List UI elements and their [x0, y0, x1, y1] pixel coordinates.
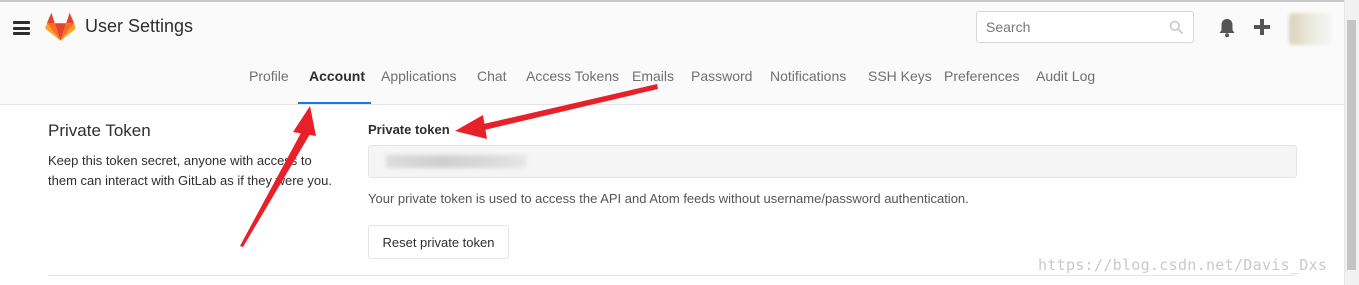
private-token-section-title: Private Token — [48, 121, 151, 140]
private-token-help-text: Your private token is used to access the… — [368, 191, 969, 206]
search-input[interactable] — [977, 12, 1166, 42]
private-token-section-description: Keep this token secret, anyone with acce… — [48, 153, 332, 188]
tab-ssh-keys[interactable]: SSH Keys — [868, 68, 932, 84]
user-avatar[interactable] — [1289, 13, 1331, 45]
tab-profile[interactable]: Profile — [249, 68, 289, 84]
watermark-text: https://blog.csdn.net/Davis_Dxs — [1038, 256, 1328, 274]
tab-access-tokens[interactable]: Access Tokens — [526, 68, 619, 84]
redacted-token-value — [386, 155, 526, 168]
search-icon — [1169, 20, 1183, 34]
settings-tabs: Profile Account Applications Chat Access… — [0, 61, 1359, 105]
tab-notifications[interactable]: Notifications — [770, 68, 846, 84]
tab-preferences[interactable]: Preferences — [944, 68, 1019, 84]
top-header: User Settings Profile Account Applicatio… — [0, 2, 1359, 105]
active-tab-indicator — [298, 102, 371, 104]
private-token-label: Private token — [368, 122, 450, 137]
notifications-bell-icon[interactable] — [1218, 18, 1236, 38]
tab-applications[interactable]: Applications — [381, 68, 457, 84]
hamburger-menu-icon[interactable] — [13, 21, 30, 35]
new-item-plus-icon[interactable] — [1254, 19, 1270, 35]
tab-audit-log[interactable]: Audit Log — [1036, 68, 1095, 84]
reset-private-token-button[interactable]: Reset private token — [368, 225, 509, 259]
tab-chat[interactable]: Chat — [477, 68, 507, 84]
page-title: User Settings — [85, 16, 194, 36]
search-box[interactable] — [976, 11, 1194, 43]
tab-emails[interactable]: Emails — [632, 68, 674, 84]
tab-account[interactable]: Account — [309, 68, 365, 84]
section-divider — [48, 275, 1297, 276]
gitlab-logo-icon[interactable] — [45, 12, 76, 42]
scrollbar-thumb[interactable] — [1347, 20, 1356, 270]
private-token-field[interactable] — [368, 145, 1297, 178]
tab-password[interactable]: Password — [691, 68, 752, 84]
